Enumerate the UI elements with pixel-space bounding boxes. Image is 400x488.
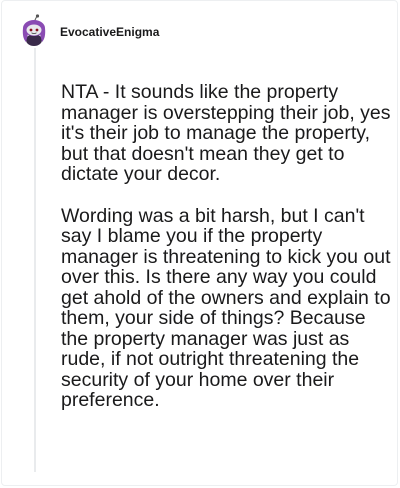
comment-body: NTA - It sounds like the property manage…: [61, 82, 391, 432]
thread-line[interactable]: [34, 48, 36, 472]
comment-paragraph: NTA - It sounds like the property manage…: [61, 81, 391, 185]
snoo-avatar-icon[interactable]: [20, 14, 48, 46]
comment-paragraph: Wording was a bit harsh, but I can't say…: [61, 204, 391, 411]
comment-author[interactable]: EvocativeEnigma: [60, 25, 159, 39]
